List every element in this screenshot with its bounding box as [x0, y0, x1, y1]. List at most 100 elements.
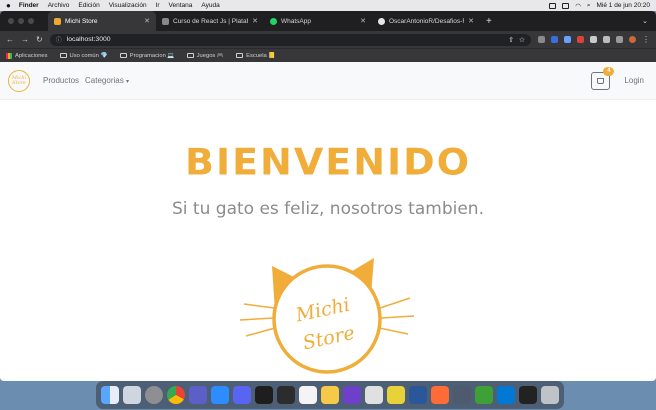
- postman-icon[interactable]: [431, 386, 449, 404]
- menu-dots-icon[interactable]: ⋮: [642, 35, 650, 44]
- menu-edicion[interactable]: Edición: [78, 2, 99, 9]
- tab-whatsapp[interactable]: WhatsApp ✕: [264, 11, 372, 31]
- notes-icon[interactable]: [299, 386, 317, 404]
- extensions: ⋮: [538, 35, 650, 44]
- minimize-window-button[interactable]: [18, 18, 24, 24]
- bookmark-uso-comun[interactable]: Uso común 💎: [59, 52, 108, 59]
- vscode-icon[interactable]: [497, 386, 515, 404]
- puzzle-icon[interactable]: [603, 36, 610, 43]
- login-link[interactable]: Login: [624, 76, 644, 85]
- extension-icon[interactable]: [577, 36, 584, 43]
- nav-right: 4 Login: [591, 66, 648, 90]
- whisker: [379, 315, 415, 319]
- cart-count-badge: 4: [603, 66, 615, 76]
- tab-search-chevron-icon[interactable]: ⌄: [642, 17, 648, 25]
- tab-label: WhatsApp: [281, 17, 311, 25]
- teams-icon[interactable]: [189, 386, 207, 404]
- github-favicon-icon: [378, 17, 385, 25]
- avatar[interactable]: [629, 36, 636, 43]
- bookmark-juegos[interactable]: Juegos 🎮: [186, 53, 224, 59]
- close-tab-icon[interactable]: ✕: [144, 17, 150, 25]
- bookmark-star-icon[interactable]: ☆: [519, 36, 525, 44]
- tab-label: Curso de React Js | Plataforma: [173, 17, 248, 25]
- share-icon[interactable]: ⇧: [508, 36, 514, 44]
- tab-curso-react[interactable]: Curso de React Js | Plataforma ✕: [156, 11, 264, 31]
- chrome-icon[interactable]: [167, 386, 185, 404]
- back-icon[interactable]: ←: [6, 35, 14, 44]
- menu-bar: ● Finder Archivo Edición Visualización I…: [0, 0, 656, 11]
- close-tab-icon[interactable]: ✕: [252, 17, 258, 25]
- bookmark-label: Uso común 💎: [69, 52, 108, 59]
- michi-store-logo: Michi Store: [239, 258, 415, 374]
- wifi-icon[interactable]: ◠: [575, 2, 581, 10]
- web-page: Michi Store Productos Categorias ▾ 4 Log…: [0, 62, 656, 381]
- sublime-icon[interactable]: [453, 386, 471, 404]
- launchpad-icon[interactable]: [123, 386, 141, 404]
- apple-icon[interactable]: ●: [6, 1, 11, 10]
- new-tab-button[interactable]: +: [486, 16, 492, 27]
- search-icon[interactable]: ⌕: [587, 2, 591, 10]
- close-window-button[interactable]: [8, 18, 14, 24]
- discord-icon[interactable]: [233, 386, 251, 404]
- finder-icon[interactable]: [101, 386, 119, 404]
- extension-icon[interactable]: [551, 36, 558, 43]
- extension-icon[interactable]: [564, 36, 571, 43]
- menu-ir[interactable]: Ir: [156, 2, 160, 9]
- extension-icon[interactable]: [590, 36, 597, 43]
- display-icon[interactable]: [549, 2, 557, 9]
- battery-icon[interactable]: [562, 2, 570, 9]
- forward-icon[interactable]: →: [21, 35, 29, 44]
- close-tab-icon[interactable]: ✕: [360, 17, 366, 25]
- tab-github[interactable]: OscarAntonioR/Desafios-REACT ✕: [372, 11, 480, 31]
- extension-icon[interactable]: [538, 36, 545, 43]
- bookmark-aplicaciones[interactable]: Aplicaciones: [6, 52, 48, 59]
- nav-categorias-label: Categorias: [85, 76, 124, 85]
- terminal-icon[interactable]: [255, 386, 273, 404]
- zoom-window-button[interactable]: [28, 18, 34, 24]
- figma-icon[interactable]: [277, 386, 295, 404]
- sidepanel-icon[interactable]: [616, 36, 623, 43]
- url-text[interactable]: localhost:3000: [67, 36, 111, 43]
- menu-finder[interactable]: Finder: [19, 2, 39, 9]
- close-tab-icon[interactable]: ✕: [468, 17, 474, 25]
- reload-icon[interactable]: ↻: [36, 35, 43, 44]
- window-controls: [8, 18, 34, 24]
- menu-ventana[interactable]: Ventana: [169, 2, 193, 9]
- whisker: [239, 317, 275, 321]
- caret-down-icon: ▾: [125, 79, 129, 85]
- whisker: [243, 303, 275, 309]
- bookmark-label: Aplicaciones: [15, 52, 48, 59]
- monitor-icon[interactable]: [519, 386, 537, 404]
- folder-icon: [186, 53, 194, 58]
- toolbar: ← → ↻ ⓘ localhost:3000 ⇧ ☆ ⋮: [0, 31, 656, 48]
- settings-icon[interactable]: [145, 386, 163, 404]
- site-logo[interactable]: Michi Store: [8, 69, 30, 92]
- tab-label: Michi Store: [65, 17, 98, 25]
- menu-archivo[interactable]: Archivo: [48, 2, 70, 9]
- bookmark-escuela[interactable]: Escuela 📒: [236, 53, 276, 59]
- nav-productos[interactable]: Productos: [43, 76, 79, 85]
- tab-michi-store[interactable]: Michi Store ✕: [48, 11, 156, 31]
- mongodb-icon[interactable]: [475, 386, 493, 404]
- ai-icon[interactable]: [321, 386, 339, 404]
- info-icon[interactable]: ⓘ: [56, 35, 62, 44]
- platform-favicon-icon: [162, 17, 169, 25]
- slack-icon[interactable]: [365, 386, 383, 404]
- shopping-bag-icon: [597, 77, 605, 84]
- address-bar[interactable]: ⓘ localhost:3000 ⇧ ☆: [49, 33, 531, 46]
- bookmarks-bar: Aplicaciones Uso común 💎 Programacion 💻 …: [0, 48, 656, 62]
- word-icon[interactable]: [409, 386, 427, 404]
- status-area: ◠ ⌕ Mié 1 de jun 20:20: [549, 2, 650, 10]
- hero-title: BIENVENIDO: [184, 141, 472, 183]
- folder-icon: [119, 53, 127, 58]
- clock[interactable]: Mié 1 de jun 20:20: [597, 2, 650, 9]
- menu-ayuda[interactable]: Ayuda: [201, 2, 219, 9]
- nav-categorias[interactable]: Categorias ▾: [85, 76, 129, 85]
- trash-icon[interactable]: [541, 386, 559, 404]
- bookmark-programacion[interactable]: Programacion 💻: [119, 53, 175, 59]
- zoom-icon[interactable]: [211, 386, 229, 404]
- app-icon[interactable]: [387, 386, 405, 404]
- menu-visualizacion[interactable]: Visualización: [109, 2, 147, 9]
- github-icon[interactable]: [343, 386, 361, 404]
- cart-button[interactable]: 4: [591, 66, 615, 90]
